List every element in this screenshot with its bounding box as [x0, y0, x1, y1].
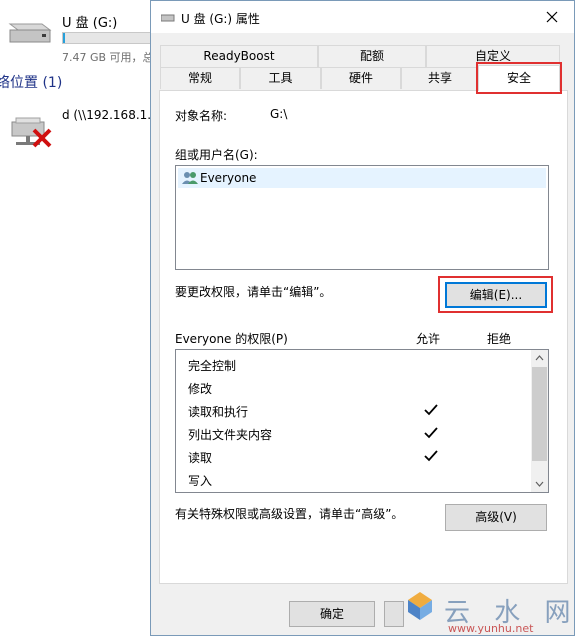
permission-row: 写入 — [188, 469, 528, 491]
edit-button[interactable]: 编辑(E)... — [445, 282, 547, 308]
permission-name: 修改 — [188, 382, 213, 396]
group-or-user-label: 组或用户名(G): — [175, 148, 258, 162]
network-drive-name: d (\\192.168.1.1 — [62, 108, 159, 122]
permission-row: 完全控制 — [188, 354, 528, 376]
drive-usage-bar — [62, 32, 158, 44]
users-listbox[interactable]: Everyone — [175, 165, 549, 270]
dialog-title: U 盘 (G:) 属性 — [181, 12, 260, 26]
disconnected-network-drive-icon — [11, 117, 52, 148]
scroll-up-icon[interactable] — [531, 350, 548, 367]
permission-name: 写入 — [188, 474, 213, 488]
list-item-everyone[interactable]: Everyone — [178, 168, 546, 188]
object-name-label: 对象名称: — [175, 109, 228, 123]
network-locations-header[interactable]: 络位置 (1) — [0, 72, 62, 92]
properties-dialog: U 盘 (G:) 属性 ReadyBoost 配额 自定义 常规 工具 硬件 共… — [150, 0, 575, 636]
close-icon — [546, 11, 558, 23]
edit-hint: 要更改权限，请单击“编辑”。 — [175, 285, 332, 299]
advanced-hint: 有关特殊权限或高级设置，请单击“高级”。 — [175, 507, 404, 521]
file-explorer: U 盘 (G:) 7.47 GB 可用，总 络位置 (1) d (\\192.1… — [0, 0, 160, 636]
allow-check-icon — [424, 450, 438, 462]
allow-check-icon — [424, 404, 438, 416]
permission-row: 列出文件夹内容 — [188, 423, 528, 445]
permission-name: 列出文件夹内容 — [188, 428, 273, 442]
scroll-thumb[interactable] — [532, 367, 547, 461]
drive-free-space: 7.47 GB 可用，总 — [62, 51, 154, 64]
deny-column-header: 拒绝 — [487, 332, 512, 346]
permission-name: 读取 — [188, 451, 213, 465]
security-panel: 对象名称: G:\ 组或用户名(G): Everyone 要更改权限，请单击“编… — [159, 90, 568, 584]
cancel-button[interactable] — [384, 601, 404, 627]
network-drive-item[interactable]: d (\\192.168.1.1 — [0, 100, 160, 150]
object-name-value: G:\ — [270, 107, 288, 121]
tab-tools[interactable]: 工具 — [240, 67, 321, 89]
tab-hardware[interactable]: 硬件 — [321, 67, 401, 89]
drive-usage-fill — [63, 33, 65, 43]
advanced-button[interactable]: 高级(V) — [445, 504, 547, 531]
usb-drive-icon — [161, 14, 175, 22]
permission-row: 读取 — [188, 446, 528, 468]
permission-name: 读取和执行 — [188, 405, 249, 419]
permissions-scrollbar[interactable] — [531, 350, 548, 492]
permission-row: 修改 — [188, 377, 528, 399]
allow-check-icon — [424, 427, 438, 439]
close-button[interactable] — [530, 1, 574, 33]
permissions-label: Everyone 的权限(P) — [175, 332, 288, 346]
title-bar[interactable]: U 盘 (G:) 属性 — [151, 1, 574, 33]
user-name: Everyone — [200, 171, 257, 185]
usb-drive-item[interactable]: U 盘 (G:) 7.47 GB 可用，总 — [0, 2, 160, 64]
users-group-icon — [182, 172, 198, 184]
scroll-down-icon[interactable] — [531, 475, 548, 492]
tab-security[interactable]: 安全 — [478, 65, 560, 91]
screen: U 盘 (G:) 7.47 GB 可用，总 络位置 (1) d (\\192.1… — [0, 0, 575, 636]
allow-column-header: 允许 — [416, 332, 441, 346]
ok-button[interactable]: 确定 — [289, 601, 375, 627]
permission-name: 完全控制 — [188, 359, 237, 373]
tab-quota[interactable]: 配额 — [318, 45, 426, 67]
tab-readyboost[interactable]: ReadyBoost — [160, 45, 318, 67]
permission-row: 读取和执行 — [188, 400, 528, 422]
usb-drive-icon — [8, 23, 52, 43]
permissions-list[interactable]: 完全控制 修改 读取和执行 列出文件夹内容 读取 写入 — [175, 349, 549, 493]
drive-name: U 盘 (G:) — [62, 16, 118, 31]
tab-sharing[interactable]: 共享 — [401, 67, 479, 89]
tab-customize[interactable]: 自定义 — [426, 45, 560, 67]
tab-general[interactable]: 常规 — [160, 67, 240, 89]
